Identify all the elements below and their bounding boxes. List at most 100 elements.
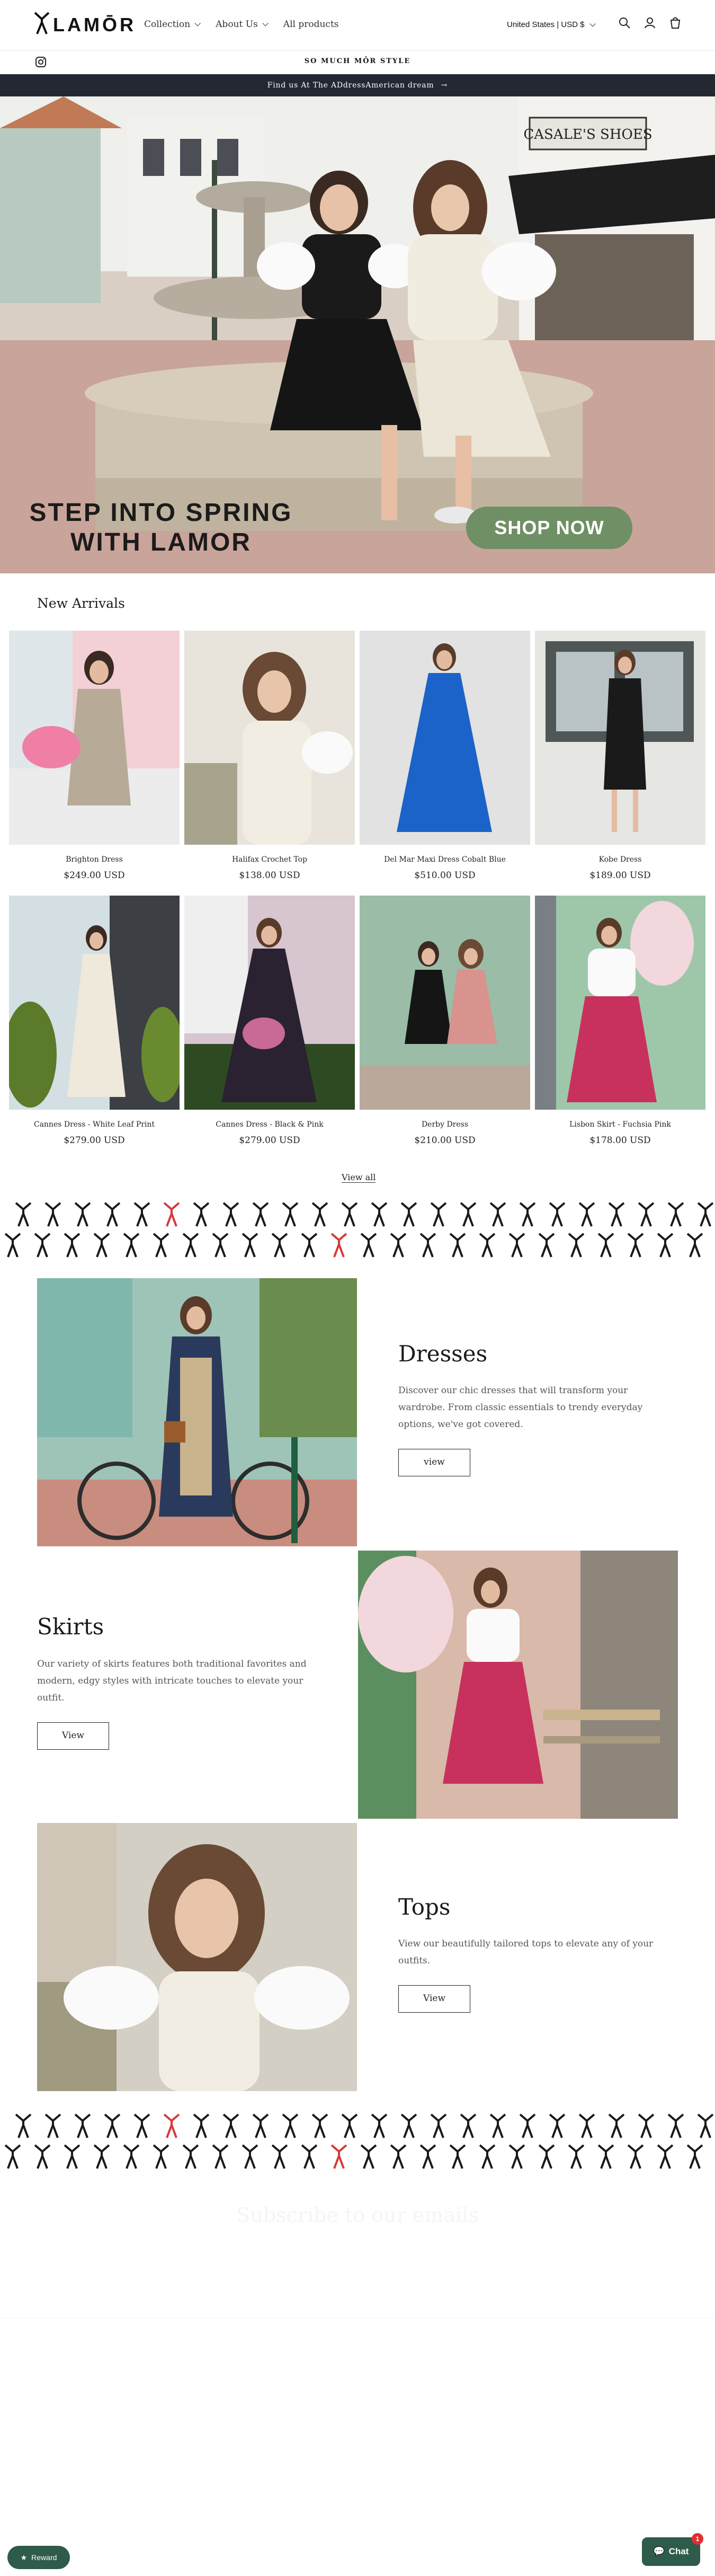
eiffel-tower-icon bbox=[430, 2113, 447, 2138]
nav-collection[interactable]: Collection bbox=[144, 19, 201, 30]
product-name[interactable]: Del Mar Maxi Dress Cobalt Blue bbox=[360, 855, 530, 864]
skirts-text: Our variety of skirts features both trad… bbox=[37, 1659, 307, 1703]
eiffel-tower-icon bbox=[242, 1233, 258, 1258]
view-all-link[interactable]: View all bbox=[342, 1172, 376, 1183]
eiffel-tower-icon bbox=[419, 1233, 436, 1258]
eiffel-pattern bbox=[4, 1202, 714, 1258]
eiffel-tower-icon bbox=[508, 2144, 525, 2169]
chevron-down-icon bbox=[262, 20, 269, 26]
skirts-title: Skirts bbox=[37, 1614, 104, 1640]
rewards-button[interactable]: ★ Reward bbox=[7, 2546, 70, 2569]
product-image[interactable] bbox=[360, 631, 530, 845]
eiffel-tower-icon bbox=[449, 1233, 466, 1258]
tops-text: View our beautifully tailored tops to el… bbox=[398, 1938, 654, 1966]
eiffel-tower-icon bbox=[519, 1202, 536, 1227]
cart-icon[interactable] bbox=[668, 16, 682, 30]
eiffel-tower-icon bbox=[479, 2144, 496, 2169]
eiffel-tower-icon bbox=[608, 2113, 625, 2138]
eiffel-tower-icon bbox=[311, 1202, 328, 1227]
nav-about-us[interactable]: About Us bbox=[216, 19, 269, 30]
star-icon: ★ bbox=[20, 2553, 28, 2562]
eiffel-tower-icon bbox=[371, 1202, 388, 1227]
product-image[interactable] bbox=[535, 631, 705, 845]
eiffel-tower-icon bbox=[193, 1202, 210, 1227]
account-icon[interactable] bbox=[643, 16, 657, 30]
product-image[interactable] bbox=[360, 896, 530, 1110]
eiffel-tower-icon bbox=[123, 1233, 140, 1258]
eiffel-tower-icon bbox=[371, 2113, 388, 2138]
product-price: $210.00 USD bbox=[414, 1135, 476, 1146]
currency-selector[interactable]: United States | USD $ bbox=[507, 20, 596, 29]
chevron-down-icon bbox=[589, 20, 596, 27]
site-header: LAMŌR Collection About Us All products U… bbox=[0, 0, 715, 51]
product-price: $510.00 USD bbox=[414, 870, 476, 881]
eiffel-tower-icon bbox=[449, 2144, 466, 2169]
product-image[interactable] bbox=[4, 896, 184, 1110]
product-name[interactable]: Derby Dress bbox=[360, 1120, 530, 1129]
eiffel-tower-icon bbox=[271, 2144, 288, 2169]
arrow-right-icon: → bbox=[441, 81, 448, 90]
product-card[interactable]: Halifax Crochet Top $138.00 USD bbox=[184, 631, 355, 881]
eiffel-tower-icon bbox=[341, 2113, 358, 2138]
eiffel-tower-icon bbox=[489, 2113, 506, 2138]
eiffel-tower-icon bbox=[123, 2144, 140, 2169]
eiffel-tower-icon bbox=[212, 1233, 229, 1258]
product-card[interactable]: Del Mar Maxi Dress Cobalt Blue $510.00 U… bbox=[360, 631, 530, 881]
product-card[interactable]: Cannes Dress - White Leaf Print $279.00 … bbox=[4, 896, 184, 1146]
product-card[interactable]: Lisbon Skirt - Fuchsia Pink $178.00 USD bbox=[535, 896, 705, 1146]
eiffel-tower-icon bbox=[242, 2144, 258, 2169]
eiffel-tower-icon bbox=[93, 2144, 110, 2169]
product-name[interactable]: Cannes Dress - White Leaf Print bbox=[9, 1120, 180, 1129]
rewards-label: Reward bbox=[31, 2553, 57, 2562]
eiffel-tower-icon bbox=[104, 1202, 121, 1227]
eiffel-tower-icon bbox=[549, 1202, 566, 1227]
product-card[interactable]: Kobe Dress $189.00 USD bbox=[535, 631, 705, 881]
nav-collection-label: Collection bbox=[144, 19, 191, 30]
skirts-view-button[interactable]: View bbox=[37, 1722, 109, 1750]
product-name[interactable]: Brighton Dress bbox=[9, 855, 180, 864]
product-image[interactable] bbox=[9, 631, 180, 845]
social-bar: SO MUCH MŌR STYLE bbox=[0, 51, 715, 74]
eiffel-tower-icon bbox=[15, 1202, 32, 1227]
eiffel-tower-icon bbox=[390, 1233, 407, 1258]
announcement-text: Find us At The ADdressAmerican dream bbox=[267, 81, 434, 90]
dresses-view-button[interactable]: view bbox=[398, 1449, 470, 1476]
product-image[interactable] bbox=[184, 896, 355, 1110]
product-card[interactable]: Brighton Dress $249.00 USD bbox=[9, 631, 180, 881]
shop-now-button[interactable]: SHOP NOW bbox=[466, 507, 632, 549]
eiffel-tower-icon bbox=[341, 1202, 358, 1227]
eiffel-tower-icon bbox=[182, 1233, 199, 1258]
product-card[interactable]: Cannes Dress - Black & Pink $279.00 USD bbox=[184, 896, 355, 1146]
eiffel-tower-icon bbox=[638, 1202, 655, 1227]
product-name[interactable]: Cannes Dress - Black & Pink bbox=[184, 1120, 355, 1129]
product-name[interactable]: Lisbon Skirt - Fuchsia Pink bbox=[535, 1120, 705, 1129]
logo-eiffel-icon[interactable] bbox=[33, 12, 51, 35]
product-image[interactable] bbox=[535, 896, 705, 1110]
eiffel-tower-icon bbox=[222, 2113, 239, 2138]
eiffel-tower-icon bbox=[153, 1233, 169, 1258]
eiffel-tower-icon bbox=[311, 2113, 328, 2138]
eiffel-tower-icon bbox=[519, 2113, 536, 2138]
announcement-bar[interactable]: Find us At The ADdressAmerican dream → bbox=[0, 74, 715, 96]
search-icon[interactable] bbox=[618, 16, 631, 30]
product-card[interactable]: Derby Dress $210.00 USD bbox=[360, 896, 530, 1146]
product-name[interactable]: Halifax Crochet Top bbox=[184, 855, 355, 864]
eiffel-tower-icon bbox=[34, 1233, 51, 1258]
eiffel-tower-icon bbox=[64, 2144, 81, 2169]
eiffel-pattern-band bbox=[0, 1194, 715, 1263]
eiffel-tower-icon bbox=[638, 2113, 655, 2138]
product-name[interactable]: Kobe Dress bbox=[535, 855, 705, 864]
chat-badge: 1 bbox=[692, 2533, 703, 2545]
eiffel-tower-icon bbox=[34, 2144, 51, 2169]
nav-all-products[interactable]: All products bbox=[283, 19, 339, 30]
tops-view-button[interactable]: View bbox=[398, 1985, 470, 2013]
eiffel-tower-icon bbox=[330, 1233, 347, 1258]
chat-label: Chat bbox=[668, 2546, 689, 2556]
chat-bubble-icon: 💬 bbox=[653, 2546, 665, 2556]
subscribe-heading: Subscribe to our emails bbox=[236, 2203, 479, 2227]
eiffel-tower-icon bbox=[64, 1233, 81, 1258]
product-image[interactable] bbox=[184, 631, 355, 845]
chat-button[interactable]: 💬 Chat 1 bbox=[642, 2533, 703, 2566]
eiffel-tower-icon bbox=[104, 2113, 121, 2138]
logo-text[interactable]: LAMŌR bbox=[53, 14, 136, 36]
